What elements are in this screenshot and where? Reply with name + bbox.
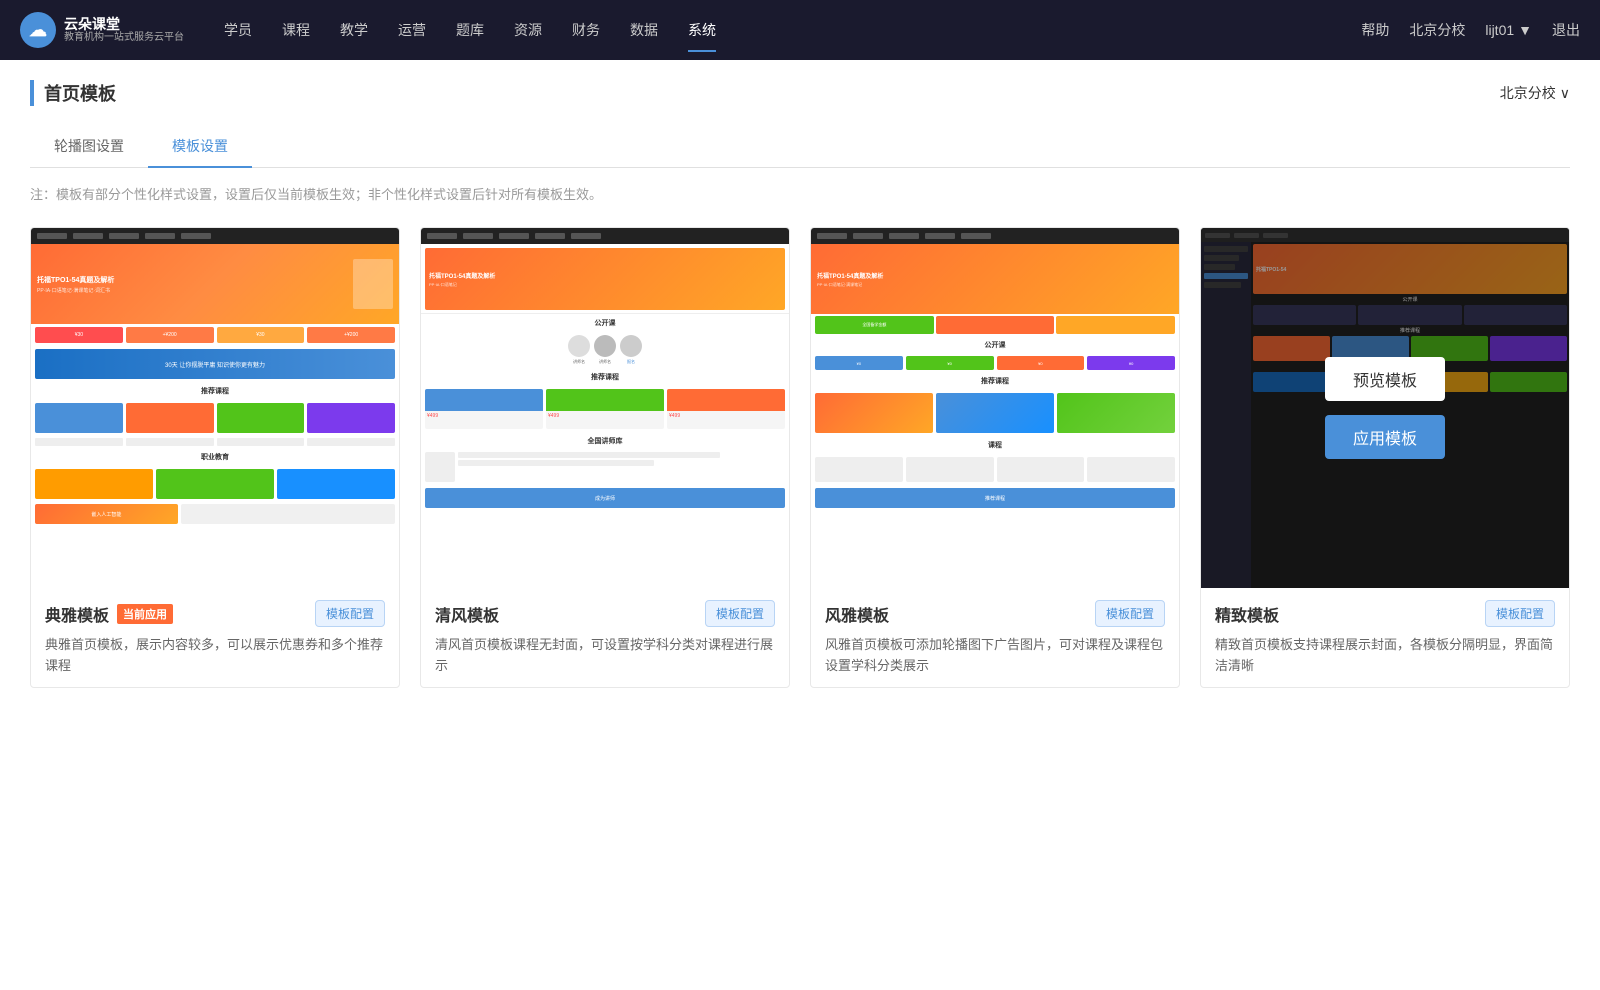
template-overlay-jingzhi: 预览模板 应用模板 <box>1201 228 1569 588</box>
template-preview-qingfeng: 托福TPO1-54真题及解析 PP·IA·口语笔记 公开课 讲师名 <box>421 228 789 588</box>
template-name-row-jingzhi: 精致模板 模板配置 <box>1215 600 1555 627</box>
template-preview-dianyi: 托福TPO1-54真题及解析 PP·IA·口语笔记·满课笔记·词汇书 ¥30 +… <box>31 228 399 588</box>
template-card-qingfeng[interactable]: 托福TPO1-54真题及解析 PP·IA·口语笔记 公开课 讲师名 <box>420 227 790 688</box>
branch-selector-label: 北京分校 <box>1500 83 1556 103</box>
logo-icon: ☁ <box>20 12 56 48</box>
page-header: 首页模板 北京分校 ∨ <box>30 80 1570 106</box>
template-footer-qingfeng: 清风模板 模板配置 清风首页模板课程无封面，可设置按学科分类对课程进行展示 <box>421 588 789 687</box>
config-btn-fengya[interactable]: 模板配置 <box>1095 600 1165 627</box>
template-preview-jingzhi: 托福TPO1-54 公开课 推荐课程 <box>1201 228 1569 588</box>
preview-template-btn[interactable]: 预览模板 <box>1325 357 1445 401</box>
username: lijt01 <box>1485 22 1514 38</box>
navbar-right: 帮助 北京分校 lijt01 ▼ 退出 <box>1361 20 1580 40</box>
logo-main: 云朵课堂 <box>64 16 184 33</box>
help-link[interactable]: 帮助 <box>1361 20 1389 40</box>
page-title: 首页模板 <box>30 80 116 106</box>
nav-system[interactable]: 系统 <box>688 16 716 44</box>
logo-text: 云朵课堂 教育机构一站式服务云平台 <box>64 16 184 45</box>
config-btn-dianyi[interactable]: 模板配置 <box>315 600 385 627</box>
template-card-fengya[interactable]: 托福TPO1-54真题及解析 PP·IA·口语笔记·满课笔记 全国备学金额 公开… <box>810 227 1180 688</box>
template-preview-fengya: 托福TPO1-54真题及解析 PP·IA·口语笔记·满课笔记 全国备学金额 公开… <box>811 228 1179 588</box>
logout-link[interactable]: 退出 <box>1552 20 1580 40</box>
template-footer-dianyi: 典雅模板 当前应用 模板配置 典雅首页模板，展示内容较多，可以展示优惠券和多个推… <box>31 588 399 687</box>
navbar: ☁ 云朵课堂 教育机构一站式服务云平台 学员 课程 教学 运营 题库 资源 财务… <box>0 0 1600 60</box>
logo[interactable]: ☁ 云朵课堂 教育机构一站式服务云平台 <box>20 12 184 48</box>
nav-students[interactable]: 学员 <box>224 16 252 44</box>
note-text: 注：模板有部分个性化样式设置，设置后仅当前模板生效；非个性化样式设置后针对所有模… <box>30 184 1570 203</box>
template-grid: 托福TPO1-54真题及解析 PP·IA·口语笔记·满课笔记·词汇书 ¥30 +… <box>30 227 1570 688</box>
chevron-down-icon: ∨ <box>1560 85 1570 102</box>
tabs: 轮播图设置 模板设置 <box>30 126 1570 168</box>
template-name-row-dianyi: 典雅模板 当前应用 模板配置 <box>45 600 385 627</box>
template-name-jingzhi: 精致模板 <box>1215 602 1279 626</box>
chevron-down-icon: ▼ <box>1518 22 1532 38</box>
nav-questions[interactable]: 题库 <box>456 16 484 44</box>
page-container: 首页模板 北京分校 ∨ 轮播图设置 模板设置 注：模板有部分个性化样式设置，设置… <box>0 60 1600 990</box>
nav-courses[interactable]: 课程 <box>282 16 310 44</box>
nav-finance[interactable]: 财务 <box>572 16 600 44</box>
template-desc-jingzhi: 精致首页模板支持课程展示封面，各模板分隔明显，界面简洁清晰 <box>1215 635 1555 677</box>
main-nav: 学员 课程 教学 运营 题库 资源 财务 数据 系统 <box>224 16 1361 44</box>
nav-resources[interactable]: 资源 <box>514 16 542 44</box>
template-name-row-qingfeng: 清风模板 模板配置 <box>435 600 775 627</box>
template-desc-qingfeng: 清风首页模板课程无封面，可设置按学科分类对课程进行展示 <box>435 635 775 677</box>
logo-sub: 教育机构一站式服务云平台 <box>64 32 184 44</box>
template-desc-dianyi: 典雅首页模板，展示内容较多，可以展示优惠券和多个推荐课程 <box>45 635 385 677</box>
nav-operations[interactable]: 运营 <box>398 16 426 44</box>
branch-selector[interactable]: 北京分校 ∨ <box>1500 83 1570 103</box>
apply-template-btn[interactable]: 应用模板 <box>1325 415 1445 459</box>
nav-data[interactable]: 数据 <box>630 16 658 44</box>
branch-label[interactable]: 北京分校 <box>1409 20 1465 40</box>
template-name-qingfeng: 清风模板 <box>435 602 499 626</box>
tab-carousel[interactable]: 轮播图设置 <box>30 126 148 168</box>
template-footer-jingzhi: 精致模板 模板配置 精致首页模板支持课程展示封面，各模板分隔明显，界面简洁清晰 <box>1201 588 1569 687</box>
template-name-fengya: 风雅模板 <box>825 602 889 626</box>
template-card-jingzhi[interactable]: 托福TPO1-54 公开课 推荐课程 <box>1200 227 1570 688</box>
config-btn-qingfeng[interactable]: 模板配置 <box>705 600 775 627</box>
template-name-row-fengya: 风雅模板 模板配置 <box>825 600 1165 627</box>
template-desc-fengya: 风雅首页模板可添加轮播图下广告图片，可对课程及课程包设置学科分类展示 <box>825 635 1165 677</box>
user-menu[interactable]: lijt01 ▼ <box>1485 22 1532 38</box>
tab-template[interactable]: 模板设置 <box>148 126 252 168</box>
config-btn-jingzhi[interactable]: 模板配置 <box>1485 600 1555 627</box>
badge-current: 当前应用 <box>117 604 173 624</box>
template-name-dianyi: 典雅模板 当前应用 <box>45 602 173 626</box>
template-footer-fengya: 风雅模板 模板配置 风雅首页模板可添加轮播图下广告图片，可对课程及课程包设置学科… <box>811 588 1179 687</box>
nav-teaching[interactable]: 教学 <box>340 16 368 44</box>
template-card-dianyi[interactable]: 托福TPO1-54真题及解析 PP·IA·口语笔记·满课笔记·词汇书 ¥30 +… <box>30 227 400 688</box>
